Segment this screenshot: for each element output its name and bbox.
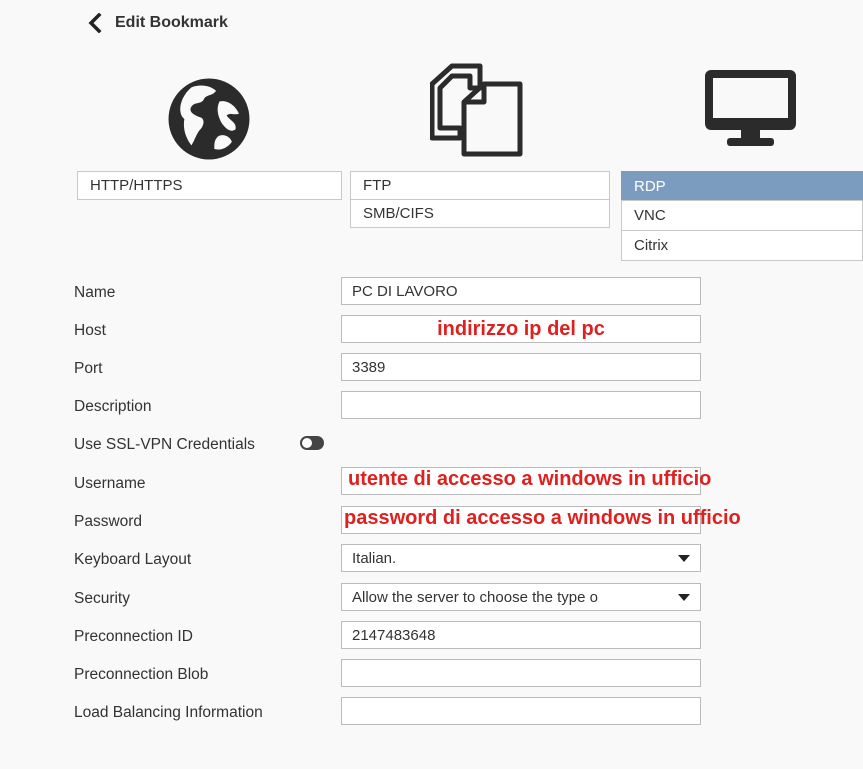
host-field[interactable]: indirizzo ip del pc	[341, 315, 701, 343]
load-balancing-label: Load Balancing Information	[74, 704, 263, 721]
preconnection-blob-label: Preconnection Blob	[74, 666, 209, 683]
port-field[interactable]: 3389	[341, 353, 701, 381]
page-title: Edit Bookmark	[115, 14, 228, 31]
ssl-credentials-toggle[interactable]	[300, 436, 324, 450]
protocol-citrix[interactable]: Citrix	[621, 230, 863, 261]
protocol-vnc[interactable]: VNC	[621, 200, 863, 231]
security-value: Allow the server to choose the type o	[352, 588, 598, 606]
files-icon[interactable]	[430, 62, 530, 158]
name-value: PC DI LAVORO	[352, 282, 458, 300]
host-annotation: indirizzo ip del pc	[437, 317, 605, 340]
keyboard-layout-select[interactable]: Italian.	[341, 544, 701, 572]
protocol-rdp[interactable]: RDP	[621, 171, 863, 201]
preconnection-id-label: Preconnection ID	[74, 628, 193, 645]
security-label: Security	[74, 590, 130, 607]
port-label: Port	[74, 360, 103, 377]
keyboard-layout-label: Keyboard Layout	[74, 551, 192, 568]
username-annotation: utente di accesso a windows in ufficio	[348, 468, 712, 490]
ssl-credentials-label: Use SSL-VPN Credentials	[74, 436, 255, 453]
load-balancing-field[interactable]	[341, 697, 701, 725]
preconnection-blob-field[interactable]	[341, 659, 701, 687]
username-label: Username	[74, 475, 146, 492]
page-header: Edit Bookmark	[88, 10, 228, 36]
preconnection-id-field[interactable]: 2147483648	[341, 621, 701, 649]
monitor-icon[interactable]	[703, 68, 798, 148]
chevron-left-icon[interactable]	[88, 13, 102, 33]
description-field[interactable]	[341, 391, 701, 419]
security-select[interactable]: Allow the server to choose the type o	[341, 583, 701, 611]
password-label: Password	[74, 513, 143, 530]
globe-icon[interactable]	[165, 75, 253, 163]
description-label: Description	[74, 398, 152, 415]
protocol-ftp[interactable]: FTP	[350, 171, 610, 200]
keyboard-layout-value: Italian.	[352, 549, 397, 567]
password-annotation: password di accesso a windows in ufficio	[344, 507, 741, 529]
caret-down-icon	[678, 593, 690, 601]
protocol-smb[interactable]: SMB/CIFS	[350, 199, 610, 228]
preconnection-id-value: 2147483648	[352, 626, 436, 644]
host-label: Host	[74, 322, 106, 339]
caret-down-icon	[678, 554, 690, 562]
name-field[interactable]: PC DI LAVORO	[341, 277, 701, 305]
protocol-http[interactable]: HTTP/HTTPS	[77, 171, 342, 200]
name-label: Name	[74, 284, 116, 301]
port-value: 3389	[352, 358, 386, 376]
